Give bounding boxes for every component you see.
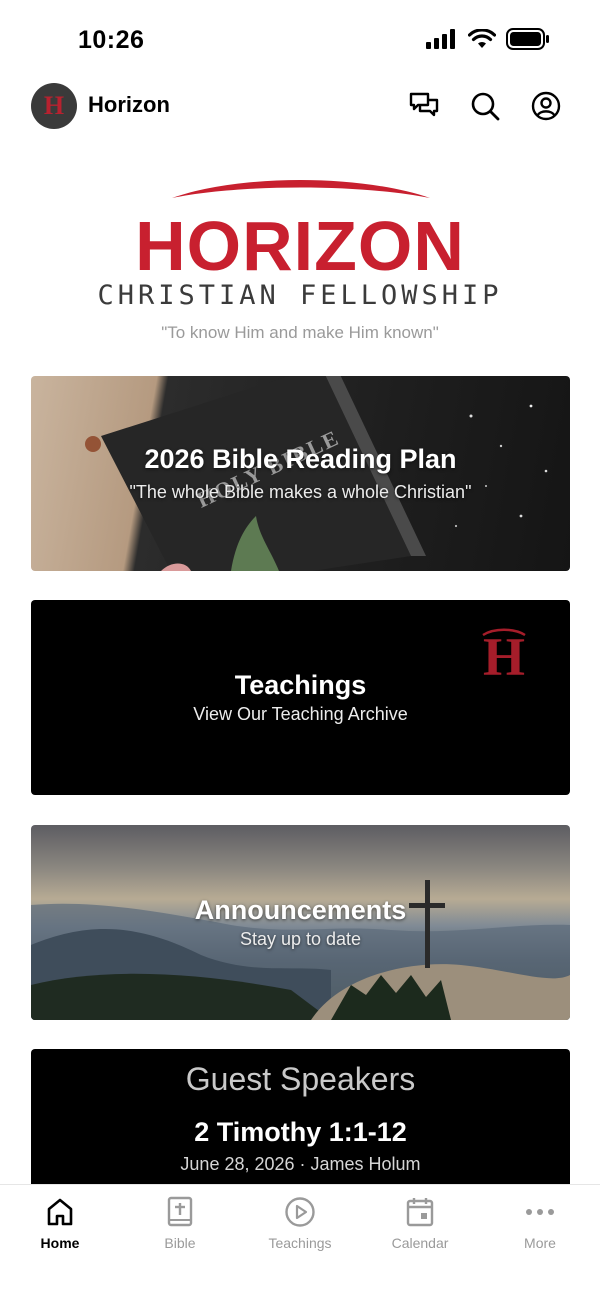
church-avatar[interactable]: H (31, 83, 77, 129)
nav-more[interactable]: More (480, 1195, 600, 1265)
nav-label-teachings: Teachings (268, 1235, 332, 1251)
nav-label-bible: Bible (164, 1235, 196, 1251)
nav-bible[interactable]: Bible (120, 1195, 240, 1265)
chat-icon[interactable] (408, 90, 440, 122)
bottom-nav: Home Bible Teachings Calendar More (0, 1184, 600, 1300)
nav-label-calendar: Calendar (391, 1235, 449, 1251)
nav-teachings[interactable]: Teachings (240, 1195, 360, 1265)
avatar-letter: H (43, 91, 65, 120)
guest-heading: Guest Speakers (185, 1061, 416, 1097)
nav-home[interactable]: Home (0, 1195, 120, 1265)
bible-reading-plan-card[interactable]: HOLY BIBLE 2026 Bible Reading Plan "The … (31, 376, 570, 571)
nav-calendar[interactable]: Calendar (360, 1195, 480, 1265)
teachings-title: Teachings (234, 670, 367, 700)
more-icon (526, 1209, 554, 1215)
logo-wordmark: HORIZON (135, 207, 465, 285)
search-icon[interactable] (469, 90, 501, 122)
announcements-card[interactable]: Announcements Stay up to date (31, 825, 570, 1020)
profile-icon[interactable] (530, 90, 562, 122)
horizon-logo: HORIZON CHRISTIAN FELLOWSHIP "To know Hi… (0, 178, 600, 348)
battery-icon (506, 28, 549, 50)
home-icon (47, 1198, 73, 1226)
status-time: 10:26 (78, 26, 145, 54)
logo-tagline: "To know Him and make Him known" (161, 323, 439, 342)
guest-title: 2 Timothy 1:1-12 (194, 1117, 407, 1147)
announcements-title: Announcements (194, 895, 407, 925)
guest-subtitle: June 28, 2026 · James Holum (180, 1154, 421, 1174)
nav-label-more: More (524, 1235, 556, 1251)
nav-label-home: Home (40, 1235, 80, 1251)
status-bar: 10:26 (0, 0, 600, 80)
play-circle-icon (285, 1197, 315, 1227)
app-title: Horizon (88, 92, 170, 117)
teachings-card[interactable]: H Teachings View Our Teaching Archive (31, 600, 570, 795)
bible-plan-title: 2026 Bible Reading Plan (144, 444, 457, 474)
signal-icon (426, 29, 455, 49)
bible-icon (167, 1196, 193, 1227)
logo-subtitle: CHRISTIAN FELLOWSHIP (97, 280, 503, 311)
calendar-icon (406, 1198, 434, 1227)
guest-speakers-card[interactable]: Guest Speakers 2 Timothy 1:1-12 June 28,… (31, 1049, 570, 1189)
logo-arc-icon (172, 180, 430, 198)
status-icons (426, 28, 550, 50)
wifi-icon (468, 29, 496, 48)
teachings-subtitle: View Our Teaching Archive (193, 704, 408, 724)
app-header: H Horizon (0, 80, 600, 136)
bible-plan-subtitle: "The whole Bible makes a whole Christian… (129, 482, 472, 502)
announcements-subtitle: Stay up to date (239, 929, 362, 949)
